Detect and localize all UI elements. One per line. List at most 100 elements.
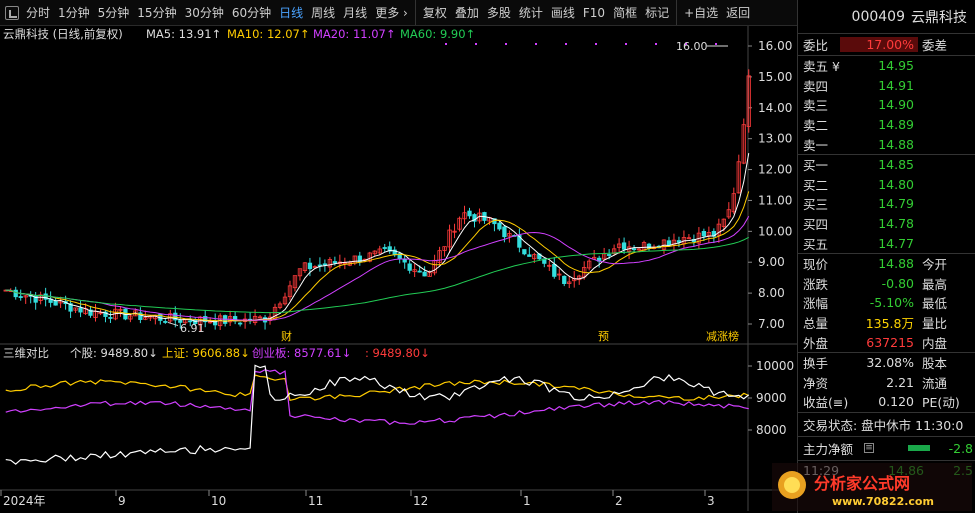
candle-body [108,317,113,319]
toolbar-item-0[interactable]: 分时 [22,0,54,25]
toolbar-item-10[interactable]: 复权 [414,0,451,25]
quote-sidebar: 000409 云鼎科技 委比 17.00% 委差 卖五 ¥ 14.95 卖四 14.9… [797,0,975,513]
x-tick-label: 2 [615,494,623,508]
candle-body [562,275,567,284]
row-value: 14.77 [878,235,914,251]
tick-volume: 2.5 [953,462,973,478]
toolbar-item-11[interactable]: 叠加 [451,0,483,25]
bids-row[interactable]: 买一 14.85 [798,155,975,175]
stock-app: 分时 1分钟 5分钟 15分钟 30分钟 60分钟 日线 周线 月线 更多 › 复权 叠加 多股 统计 画线… [0,0,975,513]
candle-body [552,263,557,277]
stats-row[interactable]: 收益(≡) 0.120 PE(动) [798,392,975,412]
candle-body [237,322,243,325]
row-value: 32.08% [866,355,914,371]
row-label: 涨幅 [803,296,829,312]
bids-row[interactable]: 买二 14.80 [798,175,975,195]
main-flow-value: -2.8 [948,440,973,456]
stats-block: 换手 32.08% 股本 净资 2.21 流通 收益(≡) 0.120 PE(动) [798,353,975,413]
asks-row[interactable]: 卖二 14.89 [798,115,975,135]
candle-body [18,296,23,298]
weibi-value: 17.00% [840,37,918,52]
tick-time: 11:29 [803,462,840,478]
asks-row[interactable]: 卖四 14.91 [798,76,975,96]
tick-price: 14.86 [888,462,924,478]
toolbar-item-7[interactable]: 周线 [307,0,339,25]
toolbar-item-19[interactable]: 返回 [722,0,754,25]
candle-body [527,254,532,257]
bids-row[interactable]: 买三 14.79 [798,194,975,214]
toolbar-item-12[interactable]: 多股 [483,0,515,25]
row-value: 14.91 [878,77,914,93]
stats-row[interactable]: 净资 2.21 流通 [798,373,975,393]
row-label: 涨跌 [803,276,829,292]
toolbar-item-14[interactable]: 画线 [547,0,579,25]
sh-index-label: 上证: 9606.88↓ [162,346,250,360]
row-right-label: 流通 [922,375,948,391]
bids-row[interactable]: 买四 14.78 [798,214,975,234]
main-flow-row[interactable]: 主力净额 ≡ -2.8 [798,437,975,461]
quote-row[interactable]: 涨跌 -0.80 最高 [798,274,975,294]
quote-row[interactable]: 涨幅 -5.10% 最低 [798,293,975,313]
toolbar-item-16[interactable]: 简框 [609,0,641,25]
candle-body [307,262,313,270]
candle-body [522,249,527,255]
toolbar-item-8[interactable]: 月线 [339,0,371,25]
ma20-label: MA20: 11.07↑ [313,27,396,41]
asks-row[interactable]: 卖五 ¥ 14.95 [798,56,975,76]
ind-y-tick-label: 9000 [756,391,787,405]
row-label: 现价 [803,257,829,273]
candle-body [78,307,83,313]
y-tick-label: 8.00 [758,286,785,300]
expand-icon[interactable]: ≡ [864,443,874,454]
y-tick-label: 15.00 [758,70,792,84]
signal-dot [655,43,657,45]
candle-body [53,300,58,306]
row-label: 收益(≡) [803,395,849,411]
row-right-label: 量比 [922,316,948,332]
toolbar-item-13[interactable]: 统计 [515,0,547,25]
y-tick-label: 16.00 [758,39,792,53]
stats-row[interactable]: 换手 32.08% 股本 [798,353,975,373]
candle-body [422,271,427,277]
high-price-label: 16.00 [676,40,708,53]
row-label: 换手 [803,356,829,372]
y-tick-label: 12.00 [758,163,792,177]
stock-code: 000409 [851,8,905,25]
kline-chart[interactable]: 16.00 15.00 14.00 13.00 12.00 11.00 10.00 9.00 8… [0,26,797,511]
toolbar-item-18[interactable]: +自选 [676,0,722,25]
ask-book: 卖五 ¥ 14.95 卖四 14.91 卖三 14.90 卖二 14.89 卖一 14.88 [798,56,975,155]
main-flow-label: 主力净额 [803,441,854,457]
toolbar-item-17[interactable]: 标记 [641,0,673,25]
row-right-label: 最高 [922,276,948,292]
toolbar-item-5[interactable]: 60分钟 [228,0,275,25]
signal-dot [505,43,507,45]
quote-row[interactable]: 外盘 637215 内盘 [798,332,975,352]
toolbar-item-6[interactable]: 日线 [275,0,307,25]
toolbar-item-4[interactable]: 30分钟 [181,0,228,25]
toolbar-item-1[interactable]: 1分钟 [54,0,94,25]
toolbar-item-9[interactable]: 更多 › [371,0,412,25]
ma10-line [5,191,750,322]
low-price-label: 6.91 [180,322,205,335]
candle-body [606,254,612,256]
y-tick-label: 9.00 [758,255,785,269]
ma5-line [5,153,750,323]
x-tick-label: 1 [523,494,531,508]
toolbar-item-3[interactable]: 15分钟 [133,0,180,25]
asks-row[interactable]: 卖三 14.90 [798,95,975,115]
candle-body [163,321,168,323]
toolbar-item-2[interactable]: 5分钟 [94,0,134,25]
asks-row[interactable]: 卖一 14.88 [798,134,975,154]
row-label: 卖三 [803,98,829,114]
row-label: 卖二 [803,118,829,134]
quote-row[interactable]: 现价 14.88 今开 [798,254,975,274]
y-tick-label: 14.00 [758,101,792,115]
row-value: 14.85 [878,157,914,173]
bids-row[interactable]: 买五 14.77 [798,233,975,253]
row-right-label: 内盘 [922,335,948,351]
toolbar-item-15[interactable]: F10 [579,0,609,25]
quote-row[interactable]: 总量 135.8万 量比 [798,313,975,333]
chart-toggle-icon[interactable] [5,5,19,20]
flow-bar [908,445,930,452]
stock-index-label-2: : 9489.80↓ [365,346,430,360]
